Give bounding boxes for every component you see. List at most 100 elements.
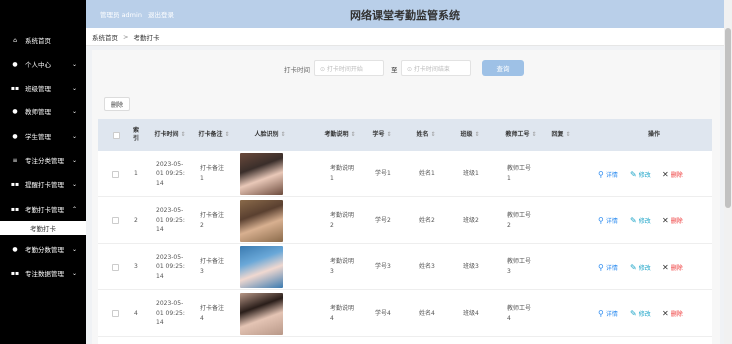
sidebar-item[interactable]: ⌂ 系统首页 (0, 30, 86, 50)
grid-icon: ▪▪ (10, 84, 20, 92)
cell-teacher-no: 教师工号 2 (507, 211, 532, 229)
row-checkbox[interactable] (112, 263, 119, 271)
pencil-icon: ✎ (630, 169, 637, 179)
cell-desc: 考勤说明 3 (330, 258, 355, 275)
start-time-input[interactable]: ⊙ 打卡时间开始 (314, 60, 384, 76)
close-icon: ✕ (662, 216, 669, 225)
chevron-icon: ⌄ (71, 269, 77, 277)
user-label: 管理员 admin (100, 11, 142, 19)
cell-note: 打卡备注 4 (200, 304, 225, 322)
face-photo[interactable] (240, 153, 283, 195)
end-time-input[interactable]: ⊙ 打卡时间结束 (401, 60, 471, 76)
cell-student-no: 学号2 (375, 216, 391, 224)
cell-student-no: 学号3 (375, 263, 391, 271)
cell-student-no: 学号4 (375, 309, 391, 317)
pencil-icon: ✎ (630, 309, 637, 318)
scroll-thumb[interactable] (725, 28, 731, 208)
edit-button[interactable]: ✎ 修改 (630, 151, 651, 197)
logout-link[interactable]: 退出登录 (148, 11, 174, 19)
face-photo[interactable] (240, 292, 283, 335)
range-separator: 至 (391, 66, 398, 74)
sidebar-item-label: 提醒打卡管理 (25, 181, 64, 189)
col-teacher-no[interactable]: 教师工号 ⇕ (498, 119, 544, 151)
search-icon: ⚲ (598, 309, 604, 318)
app-title: 网络课堂考勤监管系统 (350, 9, 460, 22)
delete-button[interactable]: ✕ 删除 (662, 198, 683, 244)
batch-delete-button[interactable]: 删除 (104, 97, 130, 111)
cell-teacher-no: 教师工号 3 (507, 258, 532, 275)
sidebar-subitem-attendance[interactable]: 考勤打卡 (0, 221, 86, 235)
cell-teacher-no: 教师工号 4 (507, 304, 532, 322)
chevron-icon: ⌄ (71, 60, 77, 68)
chevron-icon: ⌄ (71, 245, 77, 253)
sidebar-item[interactable]: ≡ 专注分类管理 ⌄ (0, 150, 86, 170)
sidebar-item[interactable]: ▪▪ 考勤打卡管理 ⌃ (0, 199, 86, 219)
pencil-icon: ✎ (630, 216, 637, 225)
breadcrumb-home[interactable]: 系统首页 (92, 32, 118, 42)
sidebar-item[interactable]: ▪▪ 专注数据管理 ⌄ (0, 263, 86, 283)
col-photo[interactable]: 人脸识别 ⇕ (248, 119, 292, 151)
detail-button[interactable]: ⚲ 详情 (598, 151, 618, 197)
sidebar-item[interactable]: ● 学生管理 ⌄ (0, 126, 86, 146)
col-class[interactable]: 班级 ⇕ (454, 119, 486, 151)
page-scrollbar[interactable] (724, 0, 732, 344)
row-checkbox[interactable] (112, 217, 119, 224)
edit-button[interactable]: ✎ 修改 (630, 291, 651, 337)
user-icon: ● (12, 60, 18, 68)
col-student-no[interactable]: 学号 ⇕ (366, 119, 398, 151)
detail-button[interactable]: ⚲ 详情 (598, 244, 618, 290)
sidebar-item-label: 专注分类管理 (25, 157, 64, 165)
detail-button[interactable]: ⚲ 详情 (598, 198, 618, 244)
sidebar-item[interactable]: ● 个人中心 ⌄ (0, 54, 86, 74)
search-button[interactable]: 查询 (482, 60, 524, 76)
search-icon: ⚲ (598, 169, 604, 179)
chevron-icon: ⌄ (71, 180, 77, 188)
row-checkbox[interactable] (112, 310, 119, 317)
user-info: 管理员 admin 退出登录 (100, 9, 178, 19)
col-time[interactable]: 打卡时间 ⇕ (150, 119, 190, 151)
edit-button[interactable]: ✎ 修改 (630, 244, 651, 290)
col-desc[interactable]: 考勤说明 ⇕ (320, 119, 360, 151)
delete-button[interactable]: ✕ 删除 (662, 151, 683, 197)
sidebar-item-label: 专注数据管理 (25, 270, 64, 278)
delete-button[interactable]: ✕ 删除 (662, 244, 683, 290)
table-row: 1 2023-05- 01 09:25: 14 打卡备注 1 考勤说明 1 学号1 姓名1… (98, 151, 712, 197)
sidebar-item-label: 个人中心 (25, 61, 51, 69)
col-reply[interactable]: 回复 ⇕ (546, 119, 576, 151)
sidebar-item[interactable]: ● 考勤分数管理 ⌄ (0, 239, 86, 259)
sidebar-item[interactable]: ▪▪ 提醒打卡管理 ⌄ (0, 174, 86, 194)
face-photo[interactable] (240, 199, 283, 242)
detail-button[interactable]: ⚲ 详情 (598, 291, 618, 337)
cell-class: 班级4 (463, 309, 479, 317)
col-actions: 操作 (647, 130, 660, 138)
cell-index: 4 (134, 309, 138, 317)
breadcrumb-current: 考勤打卡 (133, 33, 160, 42)
edit-button[interactable]: ✎ 修改 (630, 198, 651, 244)
cell-desc: 考勤说明 2 (330, 211, 355, 229)
cell-teacher-no: 教师工号 1 (507, 165, 532, 182)
sidebar-item-label: 学生管理 (25, 133, 51, 141)
col-index: 索 引 (132, 126, 139, 142)
cell-note: 打卡备注 3 (200, 258, 225, 275)
sidebar-item-label: 班级管理 (25, 85, 51, 93)
cell-index: 3 (134, 263, 138, 271)
select-all-checkbox[interactable] (112, 131, 120, 139)
search-bar: 打卡时间 ⊙ 打卡时间开始 至 ⊙ 打卡时间结束 查询 (92, 60, 720, 76)
cell-student-no: 学号1 (375, 170, 391, 178)
main-content: 打卡时间 ⊙ 打卡时间开始 至 ⊙ 打卡时间结束 查询 删除 索 引 打卡时间 ⇕… (92, 50, 720, 344)
cell-name: 姓名4 (419, 309, 435, 317)
table-row: 3 2023-05- 01 09:25: 14 打卡备注 3 考勤说明 3 学号3 姓名3… (98, 244, 712, 290)
cell-name: 姓名2 (419, 216, 435, 224)
sidebar-item[interactable]: ▪▪ 班级管理 ⌄ (0, 78, 86, 98)
attendance-table: 索 引 打卡时间 ⇕ 打卡备注 ⇕ 人脸识别 ⇕ 考勤说明 ⇕ 学号 ⇕ 姓名 ⇕ 班级 ⇕ … (98, 119, 712, 344)
face-photo[interactable] (240, 246, 283, 288)
row-checkbox[interactable] (112, 170, 119, 178)
col-name[interactable]: 姓名 ⇕ (410, 119, 442, 151)
delete-button[interactable]: ✕ 删除 (662, 291, 683, 337)
grid-icon: ▪▪ (10, 269, 20, 277)
list-icon: ≡ (12, 156, 18, 164)
table-row: 4 2023-05- 01 09:25: 14 打卡备注 4 考勤说明 4 学号4 姓名4… (98, 291, 712, 337)
sidebar-item[interactable]: ● 教师管理 ⌄ (0, 101, 86, 121)
col-note[interactable]: 打卡备注 ⇕ (194, 119, 234, 151)
sidebar-item-label: 考勤分数管理 (25, 246, 64, 254)
